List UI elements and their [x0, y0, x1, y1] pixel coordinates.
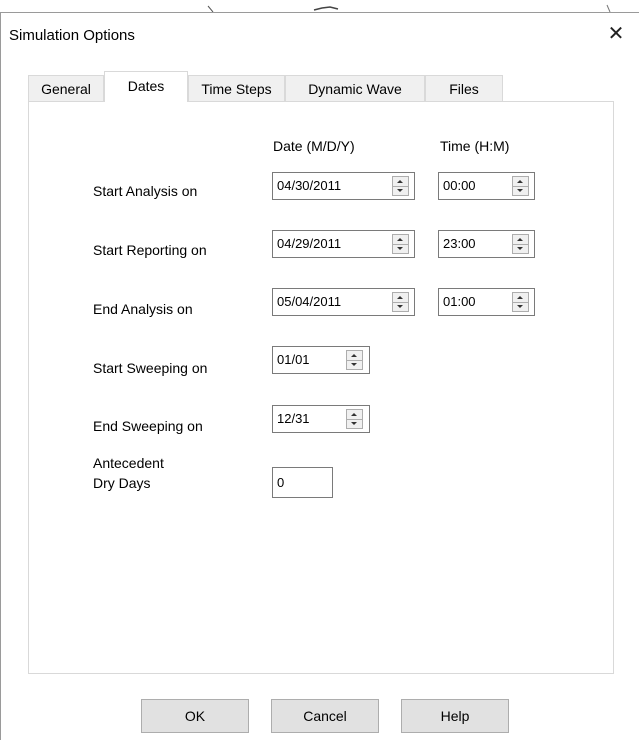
tab-dates[interactable]: Dates: [104, 71, 188, 102]
date-column-header: Date (M/D/Y): [273, 138, 355, 154]
end-sweeping-label: End Sweeping on: [93, 418, 203, 434]
start-analysis-date-spinner[interactable]: [392, 176, 409, 196]
antecedent-label-line2: Dry Days: [93, 475, 151, 491]
start-sweeping-label: Start Sweeping on: [93, 360, 208, 376]
start-reporting-date-spinner[interactable]: [392, 234, 409, 254]
help-button[interactable]: Help: [401, 699, 509, 733]
tab-files[interactable]: Files: [425, 75, 503, 101]
time-column-header: Time (H:M): [440, 138, 510, 154]
tab-general[interactable]: General: [28, 75, 104, 101]
end-analysis-label: End Analysis on: [93, 301, 193, 317]
start-analysis-label: Start Analysis on: [93, 183, 198, 199]
start-analysis-time-spinner[interactable]: [512, 176, 529, 196]
end-analysis-date-spinner[interactable]: [392, 292, 409, 312]
background-fragment: [207, 4, 611, 12]
start-sweeping-date-spinner[interactable]: [346, 350, 363, 370]
tab-dynamic-wave[interactable]: Dynamic Wave: [285, 75, 425, 101]
simulation-options-dialog: Simulation Options ✕ General Dates Time …: [0, 12, 639, 740]
end-analysis-time-spinner[interactable]: [512, 292, 529, 312]
start-reporting-time-spinner[interactable]: [512, 234, 529, 254]
tab-time-steps[interactable]: Time Steps: [188, 75, 285, 101]
ok-button[interactable]: OK: [141, 699, 249, 733]
antecedent-dry-days-field[interactable]: 0: [272, 467, 333, 498]
antecedent-label-line1: Antecedent: [93, 455, 164, 471]
dialog-title: Simulation Options: [9, 27, 135, 44]
start-reporting-label: Start Reporting on: [93, 242, 207, 258]
end-sweeping-date-spinner[interactable]: [346, 409, 363, 429]
cancel-button[interactable]: Cancel: [271, 699, 379, 733]
dates-panel: Date (M/D/Y) Time (H:M) Start Analysis o…: [28, 101, 614, 674]
close-icon[interactable]: ✕: [603, 21, 629, 47]
